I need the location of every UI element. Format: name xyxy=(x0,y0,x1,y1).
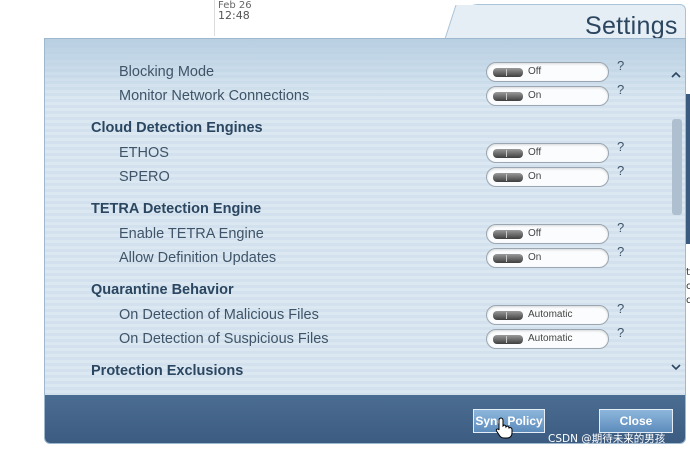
monitor-network-toggle[interactable]: On xyxy=(486,86,609,106)
section-title-cloud-detection: Cloud Detection Engines xyxy=(91,120,263,136)
settings-dialog: Settings Blocking Mode Off ? Monitor Net… xyxy=(44,4,686,444)
background-side-text: t c d xyxy=(686,267,690,306)
section-title-tetra: TETRA Detection Engine xyxy=(91,201,262,217)
setting-row-spero: SPERO On ? xyxy=(45,163,667,190)
help-icon[interactable]: ? xyxy=(617,244,624,259)
setting-row-monitor-network: Monitor Network Connections On ? xyxy=(45,82,667,109)
help-icon[interactable]: ? xyxy=(617,82,624,97)
chevron-down-icon[interactable] xyxy=(669,361,683,375)
help-icon[interactable]: ? xyxy=(617,220,624,235)
dialog-title: Settings xyxy=(585,12,678,40)
setting-label: Allow Definition Updates xyxy=(119,250,277,266)
setting-label: On Detection of Suspicious Files xyxy=(119,331,329,347)
setting-label: Blocking Mode xyxy=(119,64,215,80)
watermark-text: CSDN @期待未来的男孩 xyxy=(548,433,666,445)
setting-label: ETHOS xyxy=(119,145,169,161)
suspicious-files-select[interactable]: Automatic xyxy=(486,329,609,349)
toggle-value: On xyxy=(528,171,542,182)
toggle-value: Off xyxy=(528,66,542,77)
toggle-knob xyxy=(493,311,523,320)
settings-list: Blocking Mode Off ? Monitor Network Conn… xyxy=(45,39,667,395)
ethos-toggle[interactable]: Off xyxy=(486,143,609,163)
toggle-knob xyxy=(493,230,523,239)
chevron-up-icon[interactable] xyxy=(669,69,683,83)
toggle-knob xyxy=(493,68,523,77)
definition-updates-toggle[interactable]: On xyxy=(486,248,609,268)
help-icon[interactable]: ? xyxy=(617,139,624,154)
spero-toggle[interactable]: On xyxy=(486,167,609,187)
malicious-files-select[interactable]: Automatic xyxy=(486,305,609,325)
help-icon[interactable]: ? xyxy=(617,58,624,73)
help-icon[interactable]: ? xyxy=(617,325,624,340)
setting-row-suspicious-files: On Detection of Suspicious Files Automat… xyxy=(45,325,667,352)
toggle-knob xyxy=(493,149,523,158)
setting-label: On Detection of Malicious Files xyxy=(119,307,319,323)
toggle-knob xyxy=(493,92,523,101)
hand-pointer-icon xyxy=(495,417,513,439)
help-icon[interactable]: ? xyxy=(617,163,624,178)
vertical-scrollbar[interactable] xyxy=(669,69,683,389)
scroll-thumb[interactable] xyxy=(672,119,682,215)
enable-tetra-toggle[interactable]: Off xyxy=(486,224,609,244)
toggle-value: Automatic xyxy=(528,309,573,320)
toggle-value: On xyxy=(528,90,542,101)
toggle-knob xyxy=(493,335,523,344)
blocking-mode-toggle[interactable]: Off xyxy=(486,62,609,82)
toggle-value: Off xyxy=(528,147,542,158)
setting-label: Enable TETRA Engine xyxy=(119,226,264,242)
help-icon[interactable]: ? xyxy=(617,301,624,316)
section-title-protection-exclusions[interactable]: Protection Exclusions xyxy=(91,363,243,379)
setting-row-definition-updates: Allow Definition Updates On ? xyxy=(45,244,667,271)
toggle-value: Automatic xyxy=(528,333,573,344)
setting-label: SPERO xyxy=(119,169,170,185)
setting-row-blocking-mode: Blocking Mode Off ? xyxy=(45,58,667,85)
settings-panel: Blocking Mode Off ? Monitor Network Conn… xyxy=(44,38,686,444)
section-title-quarantine: Quarantine Behavior xyxy=(91,282,234,298)
setting-label: Monitor Network Connections xyxy=(119,88,310,104)
toggle-value: Off xyxy=(528,228,542,239)
toggle-value: On xyxy=(528,252,542,263)
close-button[interactable]: Close xyxy=(599,409,673,433)
setting-row-ethos: ETHOS Off ? xyxy=(45,139,667,166)
toggle-knob xyxy=(493,254,523,263)
setting-row-malicious-files: On Detection of Malicious Files Automati… xyxy=(45,301,667,328)
setting-row-enable-tetra: Enable TETRA Engine Off ? xyxy=(45,220,667,247)
toggle-knob xyxy=(493,173,523,182)
